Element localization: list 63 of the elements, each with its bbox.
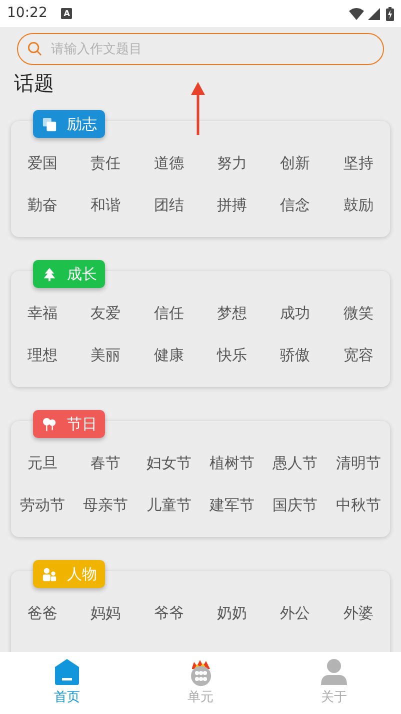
- topic-item[interactable]: 元旦: [28, 452, 58, 474]
- arrow-annotation: [190, 80, 206, 136]
- tab-item[interactable]: 首页: [0, 652, 134, 714]
- topic-item[interactable]: 道德: [154, 152, 184, 174]
- topic-item[interactable]: 清明节: [336, 452, 381, 474]
- topic-item[interactable]: 骄傲: [280, 344, 310, 366]
- topic-item[interactable]: 宽容: [343, 344, 374, 366]
- category-label: 人物: [67, 564, 97, 585]
- topic-item[interactable]: 创新: [280, 152, 310, 174]
- topic-item[interactable]: 幸福: [28, 302, 58, 324]
- topic-item[interactable]: 鼓励: [343, 194, 374, 216]
- topic-item[interactable]: 外婆: [343, 602, 374, 624]
- topic-item[interactable]: 友爱: [90, 302, 121, 324]
- topic-item[interactable]: 奶奶: [217, 602, 248, 624]
- topic-item[interactable]: 中秋节: [336, 494, 381, 516]
- topic-item[interactable]: 微笑: [343, 302, 374, 324]
- topic-item[interactable]: 爷爷: [154, 602, 184, 624]
- wifi-icon: [349, 8, 364, 20]
- balloons-icon: [42, 416, 57, 432]
- signal-icon: [368, 8, 380, 20]
- topic-item[interactable]: 拼搏: [217, 194, 248, 216]
- topic-item[interactable]: 国庆节: [272, 494, 318, 516]
- topic-item[interactable]: 和谐: [90, 194, 121, 216]
- topic-item[interactable]: 坚持: [343, 152, 374, 174]
- battery-icon: [386, 6, 394, 20]
- topic-item[interactable]: 妇女节: [146, 452, 192, 474]
- people-icon: [42, 566, 57, 582]
- home-icon: [54, 658, 80, 686]
- topic-item[interactable]: 美丽: [90, 344, 121, 366]
- section-title: 话题: [14, 70, 54, 97]
- clock-time: 10:22: [7, 4, 48, 23]
- topic-item[interactable]: 劳动节: [20, 494, 66, 516]
- search-field[interactable]: 请输入作文题目: [17, 33, 384, 65]
- topic-item[interactable]: 努力: [217, 152, 248, 174]
- topic-item[interactable]: 责任: [90, 152, 121, 174]
- topic-item[interactable]: 妈妈: [90, 602, 121, 624]
- notification-icon: A: [61, 8, 72, 19]
- category-label: 成长: [67, 264, 97, 285]
- topic-item[interactable]: 愚人节: [272, 452, 318, 474]
- topic-item[interactable]: 母亲节: [83, 494, 128, 516]
- topic-item[interactable]: 春节: [90, 452, 121, 474]
- category-label: 节日: [67, 414, 97, 435]
- search-icon: [27, 41, 42, 56]
- topic-item[interactable]: 团结: [154, 194, 184, 216]
- topic-item[interactable]: 儿童节: [146, 494, 192, 516]
- topic-item[interactable]: 成功: [280, 302, 310, 324]
- topic-item[interactable]: 爱国: [28, 152, 58, 174]
- topic-item[interactable]: 外公: [280, 602, 310, 624]
- topic-item[interactable]: 健康: [154, 344, 184, 366]
- stacked-squares-icon: [42, 116, 57, 132]
- topic-item[interactable]: 信任: [154, 302, 184, 324]
- person-icon: [320, 658, 348, 686]
- topic-item[interactable]: 勤奋: [28, 194, 58, 216]
- topic-item[interactable]: 梦想: [217, 302, 248, 324]
- topic-item[interactable]: 理想: [28, 344, 58, 366]
- topic-item[interactable]: 爸爸: [28, 602, 58, 624]
- tree-icon: [42, 266, 57, 282]
- category-label: 励志: [67, 114, 97, 135]
- flaming-ball-icon: [188, 658, 212, 686]
- topic-item[interactable]: 植树节: [210, 452, 255, 474]
- topic-item[interactable]: 建军节: [210, 494, 255, 516]
- topic-item[interactable]: 快乐: [217, 344, 248, 366]
- topic-item[interactable]: 信念: [280, 194, 310, 216]
